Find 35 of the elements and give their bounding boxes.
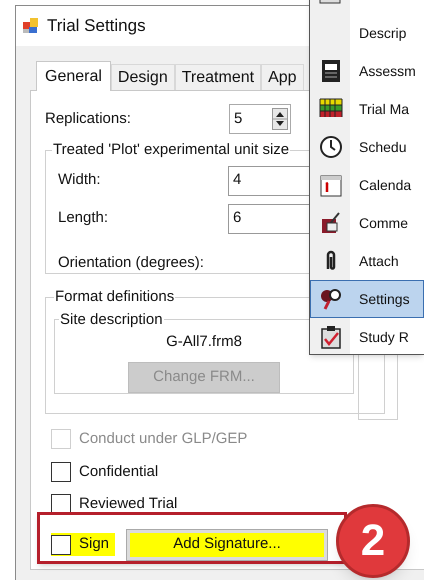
checkbox[interactable] [51,534,71,554]
group-title: Treated 'Plot' experimental unit size [52,140,290,160]
group-title: Site description [59,310,164,330]
checkbox-label: Confidential [79,462,158,482]
field-label: Orientation (degrees): [58,252,204,272]
spinner-arrows-icon [272,108,288,130]
menu-item[interactable]: Settings [310,280,424,318]
menu-item[interactable]: Schedu [310,128,424,166]
tab[interactable]: Treatment [174,64,262,90]
checkbox[interactable] [51,494,71,514]
window-title: Trial Settings [47,15,146,38]
tab[interactable]: App [261,64,304,90]
field-label: Replications: [45,108,132,129]
notebook-icon [319,59,343,83]
calendar-icon [319,173,343,197]
field-label: Width: [58,170,102,190]
app-icon [23,18,39,34]
checkbox[interactable] [51,462,71,482]
file-name: G-All7.frm8 [166,332,242,352]
menu-item[interactable]: Attach [310,242,424,280]
tab[interactable]: Design [110,64,175,90]
menu-item[interactable]: Assessm [310,52,424,90]
field-label: Length: [58,208,110,228]
checkbox-label: Reviewed Trial [79,494,178,514]
number-spinner[interactable]: 5 [229,104,291,134]
checkbox-label: Sign [79,534,110,554]
checkbox-label: Conduct under GLP/GEP [79,429,248,449]
tab[interactable]: General [36,61,111,91]
group-title: Format definitions [54,287,176,307]
add-signature-button[interactable]: Add Signature... [127,530,328,560]
menu-item[interactable]: Study R [310,318,424,354]
clipboard-icon [319,325,343,349]
gears-icon [319,287,343,311]
menu-item[interactable]: Trial Ma [310,90,424,128]
menu-item[interactable]: Descrip [310,14,424,52]
